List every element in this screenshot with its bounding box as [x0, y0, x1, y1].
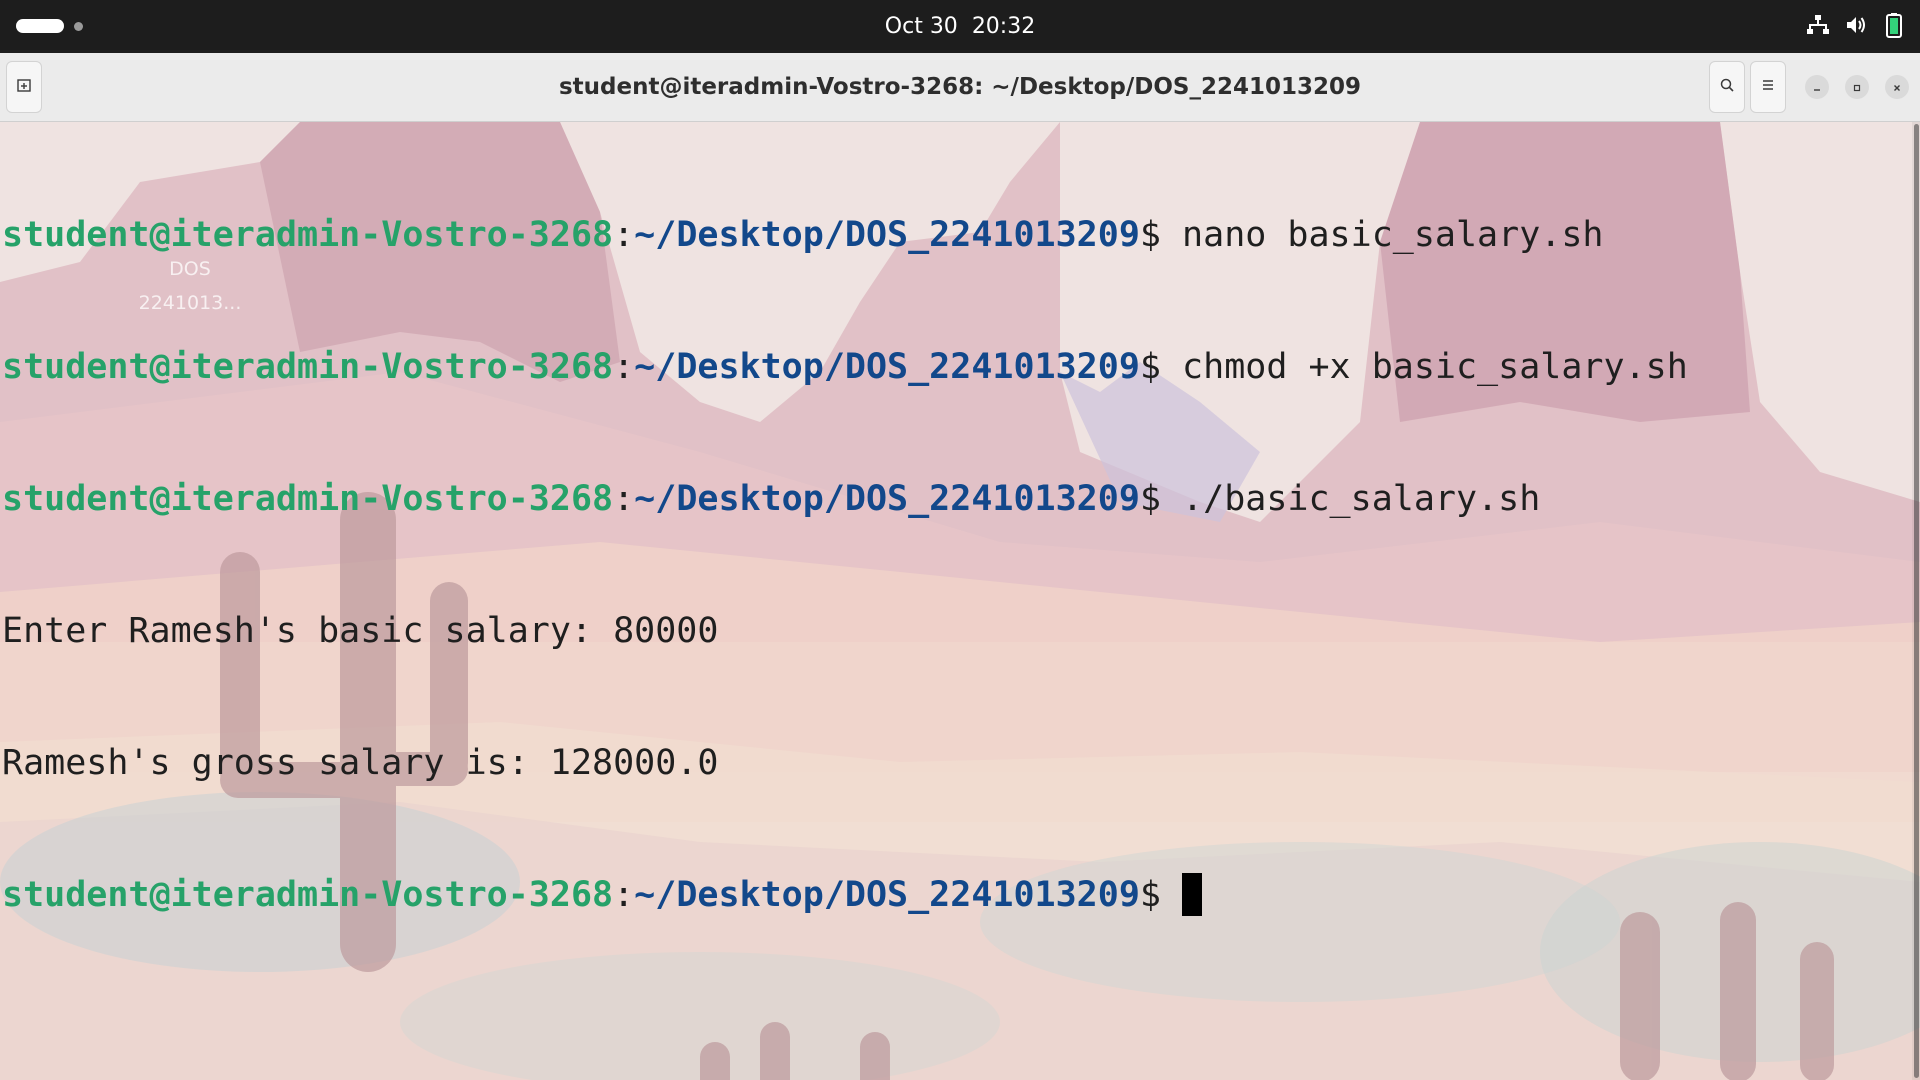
clock[interactable]: Oct 30 20:32 [885, 14, 1035, 39]
prompt-dollar: $ [1139, 479, 1161, 519]
search-icon [1719, 77, 1735, 97]
network-wired-icon[interactable] [1806, 13, 1830, 37]
terminal-body[interactable]: DOS 2241013... student@iteradmin-Vostro-… [0, 122, 1920, 1080]
terminal-line-output: Enter Ramesh's basic salary: 80000 [2, 611, 719, 651]
prompt-dollar: $ [1139, 347, 1161, 387]
top-bar: Oct 30 20:32 [0, 0, 1920, 53]
prompt-dollar: $ [1139, 875, 1161, 915]
workspace-indicator-active[interactable] [16, 19, 64, 33]
terminal-line-output: Ramesh's gross salary is: 128000.0 [2, 743, 719, 783]
activities-button[interactable] [16, 19, 83, 33]
workspace-indicator[interactable] [74, 21, 83, 31]
hamburger-menu-icon [1760, 77, 1776, 97]
terminal-output[interactable]: student@iteradmin-Vostro-3268:~/Desktop/… [2, 125, 1688, 1005]
prompt-colon: : [613, 479, 635, 519]
terminal-scrollbar[interactable] [1912, 122, 1920, 1080]
terminal-window: student@iteradmin-Vostro-3268: ~/Desktop… [0, 53, 1920, 1080]
prompt-dollar: $ [1139, 215, 1161, 255]
new-tab-icon [16, 77, 32, 97]
system-tray[interactable] [1806, 12, 1906, 38]
clock-date: Oct 30 [884, 14, 958, 39]
terminal-line-command: student@iteradmin-Vostro-3268:~/Desktop/… [2, 477, 1688, 521]
prompt-path: ~/Desktop/DOS_2241013209 [634, 215, 1140, 255]
new-tab-button[interactable] [6, 61, 42, 113]
prompt-path: ~/Desktop/DOS_2241013209 [634, 479, 1140, 519]
prompt-user-host: student@iteradmin-Vostro-3268 [2, 875, 614, 915]
current-input[interactable] [1161, 875, 1182, 915]
prompt-user-host: student@iteradmin-Vostro-3268 [2, 347, 614, 387]
scrollbar-thumb[interactable] [1914, 124, 1919, 1078]
search-button[interactable] [1709, 61, 1745, 113]
prompt-colon: : [613, 215, 635, 255]
command-text: chmod +x basic_salary.sh [1160, 347, 1688, 387]
clock-time: 20:32 [971, 14, 1036, 39]
minimize-button[interactable] [1805, 75, 1829, 99]
terminal-line-active-prompt: student@iteradmin-Vostro-3268:~/Desktop/… [2, 873, 1688, 917]
prompt-colon: : [613, 875, 635, 915]
prompt-colon: : [613, 347, 635, 387]
minimize-icon [1812, 78, 1822, 97]
prompt-path: ~/Desktop/DOS_2241013209 [634, 875, 1140, 915]
prompt-user-host: student@iteradmin-Vostro-3268 [2, 215, 614, 255]
terminal-line-command: student@iteradmin-Vostro-3268:~/Desktop/… [2, 213, 1688, 257]
volume-icon[interactable] [1844, 13, 1868, 37]
close-icon [1892, 78, 1902, 97]
prompt-user-host: student@iteradmin-Vostro-3268 [2, 479, 614, 519]
maximize-icon [1852, 78, 1862, 97]
close-button[interactable] [1885, 75, 1909, 99]
maximize-button[interactable] [1845, 75, 1869, 99]
prompt-path: ~/Desktop/DOS_2241013209 [634, 347, 1140, 387]
terminal-headerbar[interactable]: student@iteradmin-Vostro-3268: ~/Desktop… [0, 53, 1920, 122]
text-cursor [1182, 873, 1203, 916]
main-menu-button[interactable] [1750, 61, 1786, 113]
command-text: nano basic_salary.sh [1160, 215, 1604, 255]
battery-icon[interactable] [1882, 12, 1906, 38]
terminal-line-command: student@iteradmin-Vostro-3268:~/Desktop/… [2, 345, 1688, 389]
window-title: student@iteradmin-Vostro-3268: ~/Desktop… [558, 74, 1362, 100]
command-text: ./basic_salary.sh [1160, 479, 1541, 519]
